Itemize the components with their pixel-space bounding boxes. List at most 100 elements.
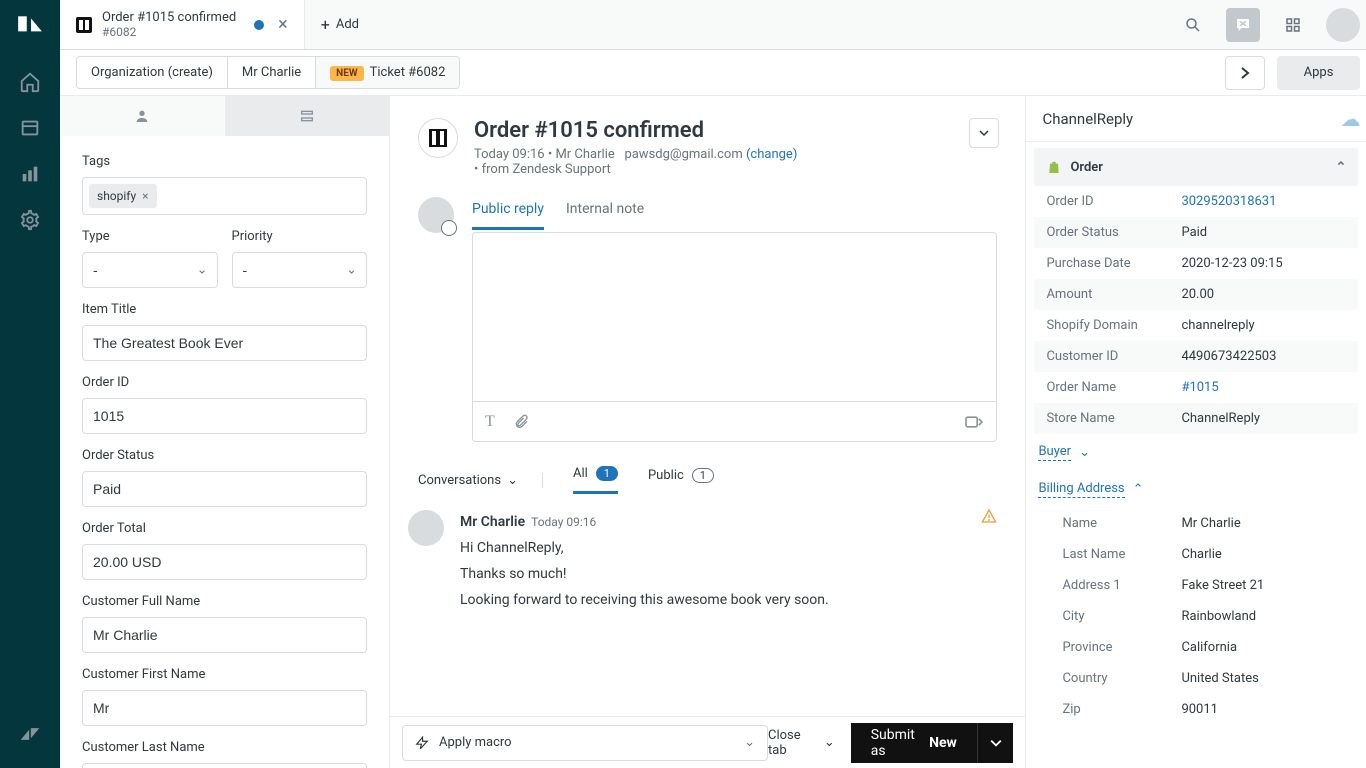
caret-up-icon: ⌃ (1133, 482, 1144, 497)
meta-source: • from Zendesk Support (474, 162, 611, 177)
nav-home-icon[interactable] (0, 62, 60, 102)
submit-options-button[interactable] (977, 723, 1014, 763)
ticket-meta: Today 09:16 • Mr Charlie pawsdg@gmail.co… (474, 147, 797, 177)
breadcrumb-org[interactable]: Organization (create) (77, 57, 228, 88)
meta-time: Today 09:16 (474, 147, 545, 162)
type-select[interactable] (82, 252, 218, 288)
message-time: Today 09:16 (531, 515, 596, 529)
nav-reports-icon[interactable] (0, 154, 60, 194)
cloud-icon: ☁ (1340, 107, 1360, 131)
kv-key: Customer ID (1046, 349, 1181, 364)
nav-views-icon[interactable] (0, 108, 60, 148)
breadcrumb-ticket[interactable]: NEWTicket #6082 (316, 57, 459, 88)
reply-editor[interactable]: T (472, 232, 997, 442)
order-id-link[interactable]: 3029520318631 (1181, 194, 1346, 209)
text-format-icon[interactable]: T (485, 413, 495, 431)
breadcrumb-user-label: Mr Charlie (242, 65, 301, 80)
channel-avatar (418, 118, 458, 158)
kv-key: Order ID (1046, 194, 1181, 209)
order-status-input[interactable] (82, 471, 367, 507)
filter-public-count: 1 (692, 468, 714, 483)
meta-user: Mr Charlie (555, 147, 614, 162)
tab-close-icon[interactable]: × (278, 14, 288, 35)
search-icon[interactable] (1176, 8, 1210, 42)
tab-title: Order #1015 confirmed (102, 10, 236, 26)
message-line: Looking forward to receiving this awesom… (460, 592, 997, 608)
ticket-tab[interactable]: Order #1015 confirmed #6082 × (60, 0, 305, 49)
message-line: Thanks so much! (460, 566, 997, 582)
cust-full-input[interactable] (82, 617, 367, 653)
close-tab-button[interactable]: Close tab ⌄ (768, 728, 835, 758)
user-tab[interactable] (60, 96, 225, 136)
conversations-dropdown[interactable]: Conversations ⌄ (418, 473, 543, 488)
ticket-fields-tab[interactable] (225, 96, 390, 136)
nav-admin-icon[interactable] (0, 200, 60, 240)
ticket-fields-panel: Tags shopify× Type ⌄ Priority ⌄ (60, 96, 390, 768)
macro-insert-icon[interactable] (964, 414, 984, 430)
apply-macro-label: Apply macro (439, 735, 512, 750)
next-ticket-button[interactable] (1225, 56, 1265, 90)
billing-section-toggle[interactable]: Billing Address ⌃ (1026, 471, 1366, 508)
add-tab-button[interactable]: + Add (305, 0, 375, 49)
change-requester-link[interactable]: (change) (746, 147, 797, 162)
internal-note-tab[interactable]: Internal note (566, 195, 644, 230)
meta-email: pawsdg@gmail.com (624, 147, 742, 162)
billing-label: Billing Address (1038, 481, 1124, 498)
tag-remove-icon[interactable]: × (142, 189, 148, 203)
apply-macro-button[interactable]: Apply macro ⌄ (402, 725, 768, 761)
priority-select[interactable] (232, 252, 368, 288)
kv-value: Charlie (1181, 547, 1346, 562)
kv-key: Province (1046, 640, 1181, 655)
tag-chip: shopify× (89, 184, 157, 208)
type-label: Type (82, 229, 218, 244)
kv-value: channelreply (1181, 318, 1346, 333)
order-total-input[interactable] (82, 544, 367, 580)
new-badge: NEW (330, 66, 363, 81)
ticket-header: Order #1015 confirmed Today 09:16 • Mr C… (390, 96, 1025, 195)
kv-value: 90011 (1181, 702, 1346, 717)
caret-down-icon: ⌄ (744, 735, 755, 750)
cust-last-label: Customer Last Name (82, 740, 367, 755)
filter-public-label: Public (648, 468, 684, 483)
app-title: ChannelReply (1042, 110, 1133, 128)
chat-status-icon[interactable] (1226, 8, 1260, 42)
cust-last-input[interactable] (82, 763, 367, 768)
order-id-input[interactable] (82, 398, 367, 434)
order-section-label: Order (1070, 160, 1103, 175)
message-line: Hi ChannelReply, (460, 540, 997, 556)
submit-status: New (929, 735, 957, 751)
nav-rail (0, 0, 60, 768)
caret-down-icon: ⌄ (824, 735, 835, 750)
lightning-icon (415, 736, 429, 750)
item-title-input[interactable] (82, 325, 367, 361)
public-reply-tab[interactable]: Public reply (472, 195, 544, 230)
cust-first-input[interactable] (82, 690, 367, 726)
kv-value: Mr Charlie (1181, 516, 1346, 531)
agent-avatar (418, 197, 454, 233)
buyer-section-toggle[interactable]: Buyer ⌄ (1026, 434, 1366, 471)
attachment-icon[interactable] (513, 413, 529, 431)
filter-all[interactable]: All1 (573, 466, 618, 494)
apps-grid-icon[interactable] (1276, 8, 1310, 42)
breadcrumb-user[interactable]: Mr Charlie (228, 57, 316, 88)
nav-zendesk-icon[interactable] (0, 714, 60, 754)
user-avatar[interactable] (1326, 8, 1360, 42)
order-section-header[interactable]: Order ⌃ (1034, 148, 1358, 186)
message: Mr CharlieToday 09:16 Hi ChannelReply, T… (390, 504, 1025, 628)
apps-button[interactable]: Apps (1277, 56, 1361, 90)
unsaved-indicator (254, 20, 264, 30)
app-header: ChannelReply ☁ (1026, 96, 1366, 142)
tab-subtitle: #6082 (102, 25, 236, 39)
window-tabbar: Order #1015 confirmed #6082 × + Add (60, 0, 1366, 50)
ticket-options-button[interactable] (969, 118, 999, 148)
order-name-link[interactable]: #1015 (1181, 380, 1346, 395)
submit-button[interactable]: Submit asNew (851, 723, 977, 763)
order-status-label: Order Status (82, 448, 367, 463)
tags-input[interactable]: shopify× (82, 177, 367, 215)
kv-value: 20.00 (1181, 287, 1346, 302)
warning-icon[interactable] (981, 508, 997, 524)
shopify-bag-icon (1046, 158, 1062, 176)
cust-full-label: Customer Full Name (82, 594, 367, 609)
requester-avatar (408, 510, 444, 546)
filter-public[interactable]: Public 1 (648, 468, 714, 493)
